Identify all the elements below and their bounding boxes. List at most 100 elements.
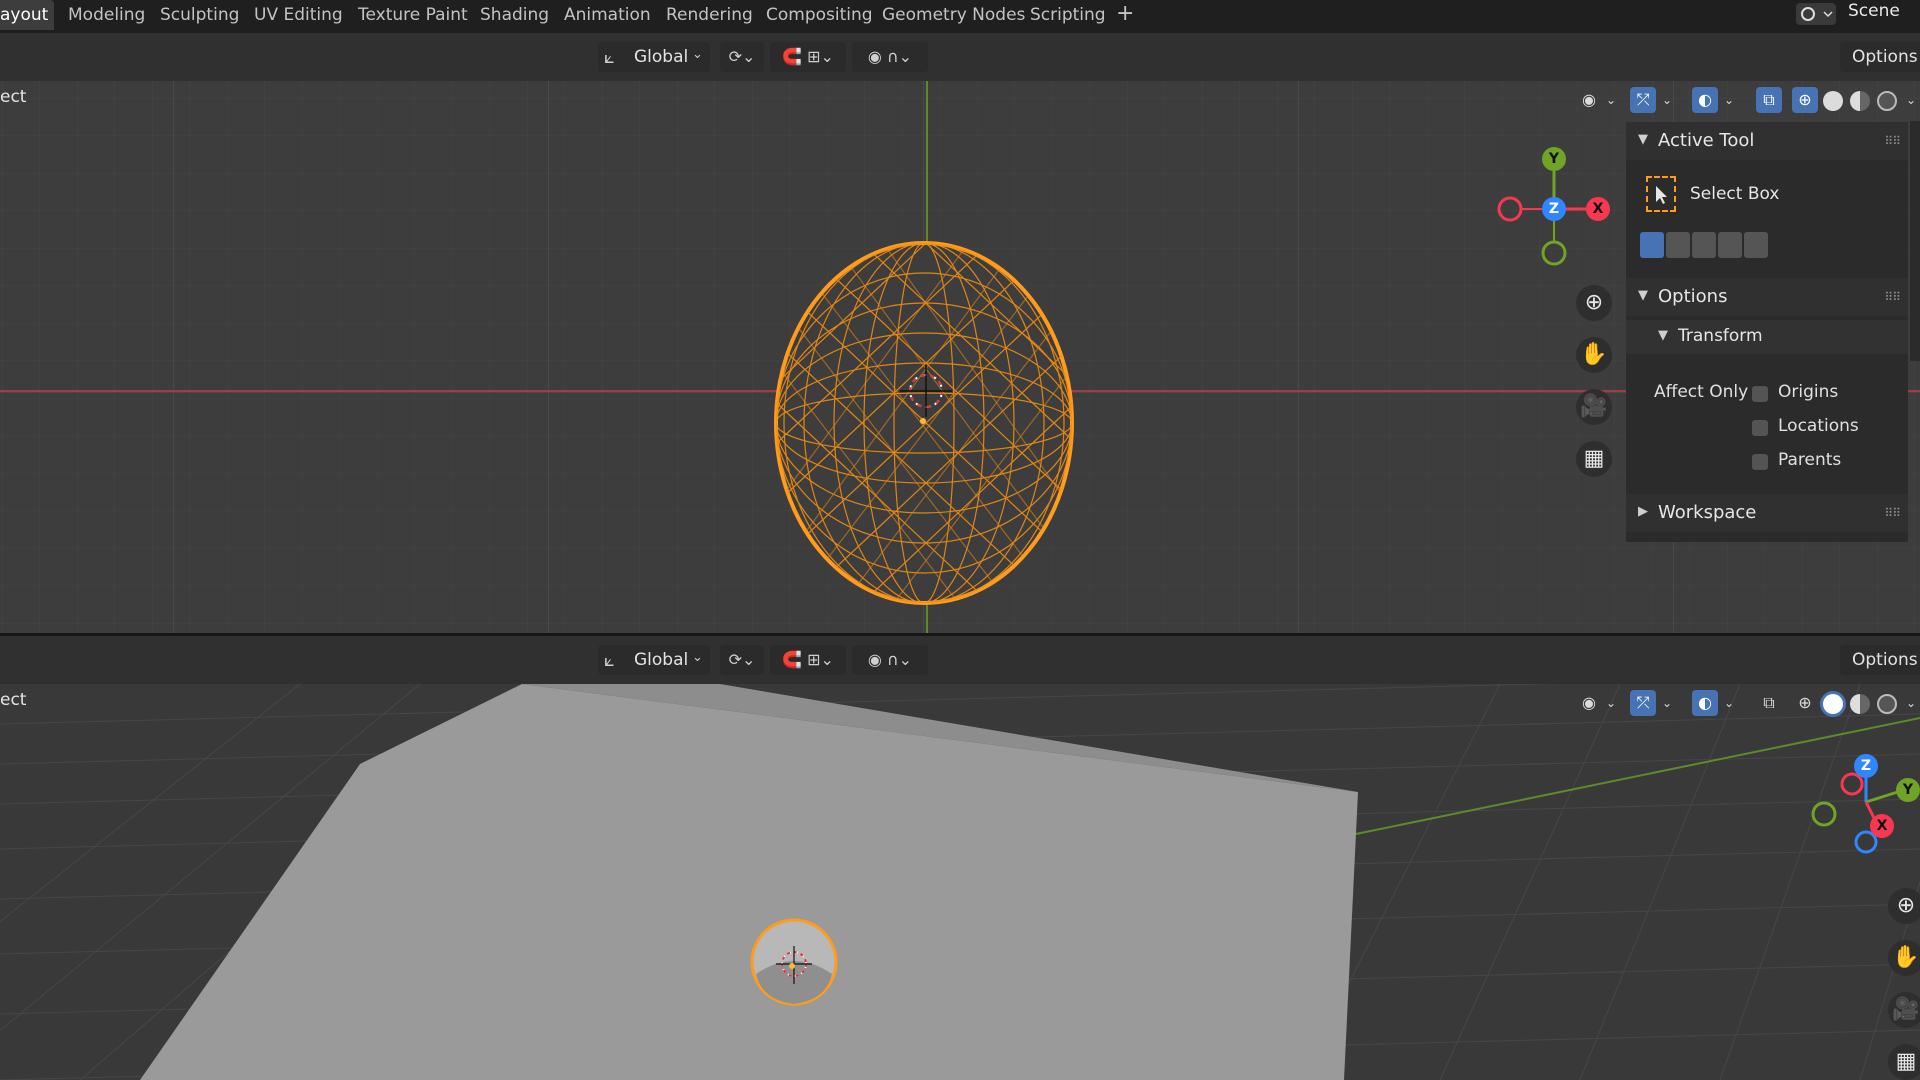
perspective-grid (0, 684, 1920, 1080)
options-panel-header[interactable]: ▼ Options ⠿⠿ (1626, 278, 1908, 316)
material-preview-icon[interactable] (1850, 91, 1870, 111)
xray-toggle-icon[interactable]: ⧉ (1756, 690, 1782, 716)
select-box-tool-icon[interactable] (1646, 176, 1676, 212)
options-dropdown[interactable]: Options (1840, 42, 1920, 72)
tab-animation[interactable]: Animation (552, 0, 663, 30)
tool-sidebar-panel: ▼ Active Tool ⠿⠿ Select Box ▼ Options ⠿⠿… (1626, 122, 1908, 542)
proportional-editing[interactable]: ◉ ∩⌄ (852, 645, 928, 675)
pan-hand-icon[interactable]: ✋ (1888, 940, 1920, 976)
pan-hand-icon[interactable]: ✋ (1576, 337, 1612, 373)
ortho-grid-icon[interactable]: ▦ (1576, 441, 1612, 477)
gizmo-x-axis[interactable]: X (1586, 197, 1610, 221)
tab-sculpting[interactable]: Sculpting (148, 0, 251, 30)
active-tool-name: Select Box (1690, 184, 1780, 204)
interaction-mode-label[interactable]: ect (0, 87, 26, 107)
drag-grip-icon[interactable]: ⠿⠿ (1884, 506, 1901, 520)
add-workspace-button[interactable]: + (1116, 0, 1134, 30)
interaction-mode-label[interactable]: ect (0, 690, 26, 710)
gizmo-x-axis[interactable]: X (1870, 814, 1894, 838)
collapse-triangle-icon: ▼ (1658, 328, 1668, 343)
tab-shading[interactable]: Shading (468, 0, 561, 30)
wireframe-shading-icon[interactable]: ⊕ (1792, 690, 1818, 716)
proportional-icon: ◉ ∩⌄ (867, 650, 913, 669)
snap-icon: 🧲 ⊞⌄ (782, 650, 834, 669)
pivot-point-button[interactable]: ⟳⌄ (720, 42, 764, 72)
scene-selector[interactable]: Scene (1790, 0, 1920, 28)
zoom-icon[interactable]: ⊕ (1576, 285, 1612, 321)
tab-uv-editing[interactable]: UV Editing (242, 0, 355, 30)
camera-view-icon[interactable]: 🎥 (1888, 992, 1920, 1028)
chevron-down-icon: ⌄ (1723, 696, 1735, 710)
orientation-icon: ⟀ (604, 47, 615, 68)
sidebar-tabs[interactable] (1910, 121, 1920, 361)
tab-modeling[interactable]: Modeling (56, 0, 157, 30)
options-title: Options (1658, 286, 1728, 307)
gizmo-toggle[interactable]: ⤱ ⌄ (1630, 85, 1678, 115)
gizmo-y-axis[interactable]: Y (1896, 778, 1920, 802)
orientation-label: Global (634, 47, 689, 67)
locations-checkbox[interactable] (1752, 420, 1768, 436)
xray-toggle-icon[interactable]: ⧉ (1756, 87, 1782, 113)
tab-scripting[interactable]: Scripting (1018, 0, 1118, 30)
view-object-types[interactable]: ◉ ⌄ (1576, 688, 1620, 718)
workspace-panel-header[interactable]: ▶ Workspace ⠿⠿ (1626, 494, 1908, 532)
options-label: Options (1852, 650, 1918, 670)
ortho-grid-icon[interactable]: ▦ (1888, 1044, 1920, 1080)
select-mode-intersect-icon[interactable] (1744, 232, 1768, 258)
solid-shading-icon[interactable] (1823, 694, 1843, 714)
wireframe-shading-icon[interactable]: ⊕ (1792, 87, 1818, 113)
tab-compositing[interactable]: Compositing (754, 0, 885, 30)
snap-toggle[interactable]: 🧲 ⊞⌄ (770, 645, 846, 675)
chevron-down-icon[interactable]: ⌄ (1898, 87, 1920, 113)
gizmo-toggle[interactable]: ⤱ ⌄ (1630, 688, 1678, 718)
rendered-shading-icon[interactable] (1877, 694, 1897, 714)
tab-texture-paint[interactable]: Texture Paint (346, 0, 480, 30)
zoom-icon[interactable]: ⊕ (1888, 888, 1920, 924)
parents-checkbox[interactable] (1752, 454, 1768, 470)
scene-icon[interactable] (1796, 3, 1836, 25)
origins-label[interactable]: Origins (1778, 382, 1838, 402)
collapse-triangle-icon: ▼ (1638, 288, 1648, 303)
viewport-top-header: ⟀ Global ⌄ ⟳⌄ 🧲 ⊞⌄ ◉ ∩⌄ Options (0, 33, 1920, 81)
camera-view-icon[interactable]: 🎥 (1576, 389, 1612, 425)
sphere-object[interactable] (746, 908, 846, 1018)
wireframe-sphere[interactable] (766, 233, 1086, 613)
snap-toggle[interactable]: 🧲 ⊞⌄ (770, 42, 846, 72)
chevron-down-icon: ⌄ (1661, 696, 1673, 710)
select-mode-extend-icon[interactable] (1666, 232, 1690, 258)
active-tool-panel-header[interactable]: ▼ Active Tool ⠿⠿ (1626, 122, 1908, 160)
tab-layout[interactable]: ayout (0, 0, 54, 30)
transform-subpanel-header[interactable]: ▼ Transform (1626, 320, 1908, 354)
transform-orientation-dropdown[interactable]: ⟀ Global ⌄ (598, 42, 710, 72)
chevron-down-icon: ⌄ (1723, 93, 1735, 107)
proportional-editing[interactable]: ◉ ∩⌄ (852, 42, 928, 72)
drag-grip-icon[interactable]: ⠿⠿ (1884, 290, 1901, 304)
origins-checkbox[interactable] (1752, 386, 1768, 402)
gizmo-z-axis[interactable]: Z (1854, 754, 1878, 778)
select-mode-invert-icon[interactable] (1718, 232, 1742, 258)
gizmo-z-axis[interactable]: Z (1542, 197, 1566, 221)
chevron-down-icon[interactable]: ⌄ (1898, 690, 1920, 716)
solid-shading-icon[interactable] (1823, 91, 1843, 111)
overlays-toggle[interactable]: ◐ ⌄ (1692, 688, 1740, 718)
workspace-title: Workspace (1658, 502, 1757, 523)
view-object-types[interactable]: ◉ ⌄ (1576, 85, 1620, 115)
viewport-bottom[interactable]: ect ◉ ⌄ ⤱ ⌄ ◐ ⌄ ⧉ ⊕ ⌄ Z Y X ⊕ ✋ 🎥 ▦ (0, 684, 1920, 1080)
drag-grip-icon[interactable]: ⠿⠿ (1884, 134, 1901, 148)
tab-geometry-nodes[interactable]: Geometry Nodes (870, 0, 1037, 30)
parents-label[interactable]: Parents (1778, 450, 1841, 470)
overlays-toggle[interactable]: ◐ ⌄ (1692, 85, 1740, 115)
transform-orientation-dropdown[interactable]: ⟀ Global ⌄ (598, 645, 710, 675)
select-mode-subtract-icon[interactable] (1692, 232, 1716, 258)
viewport-bottom-header: ⟀ Global ⌄ ⟳⌄ 🧲 ⊞⌄ ◉ ∩⌄ Options (0, 636, 1920, 684)
select-mode-new-icon[interactable] (1640, 232, 1664, 258)
gizmo-y-axis[interactable]: Y (1542, 147, 1566, 171)
tab-rendering[interactable]: Rendering (654, 0, 765, 30)
options-dropdown[interactable]: Options (1840, 645, 1920, 675)
gizmo-icon: ⤱ (1630, 690, 1656, 716)
pivot-icon: ⟳⌄ (728, 650, 756, 669)
material-preview-icon[interactable] (1850, 694, 1870, 714)
locations-label[interactable]: Locations (1778, 416, 1859, 436)
pivot-point-button[interactable]: ⟳⌄ (720, 645, 764, 675)
rendered-shading-icon[interactable] (1877, 91, 1897, 111)
